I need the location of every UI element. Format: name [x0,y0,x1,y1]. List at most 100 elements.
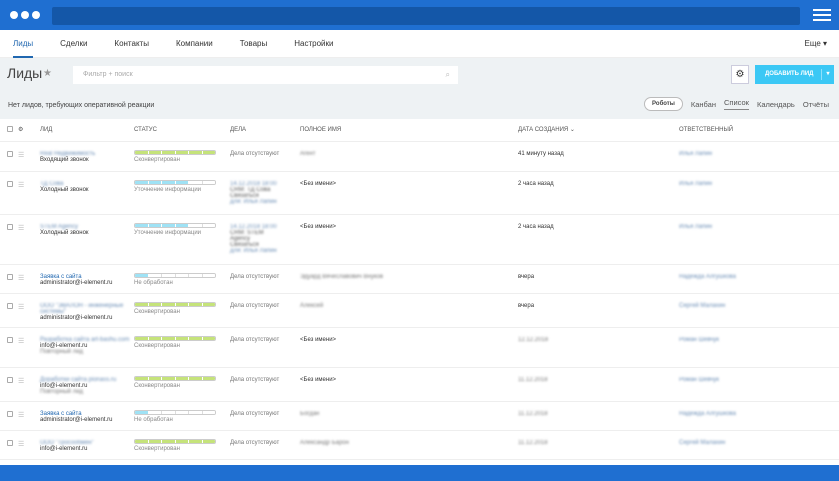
status-segment[interactable] [135,302,149,306]
view-calendar[interactable]: Календарь [757,100,795,109]
responsible-link[interactable]: Надежда Алгушкова [679,274,839,280]
nav-products[interactable]: Товары [240,30,268,58]
nav-settings[interactable]: Настройки [294,30,333,58]
row-menu-icon[interactable]: ☰ [18,182,24,189]
table-row[interactable]: ☰ ТД Сова Холодный звонок Уточнение инфор… [0,171,839,215]
add-lead-button[interactable]: ДОБАВИТЬ ЛИД ▾ [755,65,834,84]
status-progress-bar[interactable] [134,335,216,341]
status-segment[interactable] [202,273,215,277]
row-checkbox[interactable] [7,410,13,417]
lead-title-link[interactable]: ООО "ЭВАЛОН - инженерные системы" [40,303,134,315]
responsible-link[interactable]: Сергей Малахин [679,440,839,446]
status-segment[interactable] [148,302,162,306]
global-search-bar[interactable] [52,7,800,25]
row-menu-icon[interactable]: ☰ [18,225,24,232]
status-segment[interactable] [175,302,189,306]
status-segment[interactable] [135,376,149,380]
status-segment[interactable] [135,273,149,277]
row-menu-icon[interactable]: ☰ [18,412,24,419]
status-segment[interactable] [162,223,176,227]
row-menu-icon[interactable]: ☰ [18,441,24,448]
status-progress-bar[interactable] [134,438,216,444]
status-segment[interactable] [202,410,215,414]
status-segment[interactable] [148,273,162,277]
status-segment[interactable] [135,180,149,184]
status-segment[interactable] [202,302,215,306]
table-row[interactable]: ☰ Заявка с сайта administrator@i-element.… [0,401,839,431]
search-icon[interactable]: ⌕ [446,70,450,80]
status-segment[interactable] [148,150,162,154]
hamburger-icon[interactable] [813,9,831,24]
status-progress-bar[interactable] [134,272,216,278]
status-progress-bar[interactable] [134,375,216,381]
row-menu-icon[interactable]: ☰ [18,378,24,385]
row-menu-icon[interactable]: ☰ [18,304,24,311]
status-progress-bar[interactable] [134,149,216,155]
status-segment[interactable] [135,150,149,154]
status-segment[interactable] [202,180,215,184]
filter-search-input[interactable]: Фильтр + поиск ⌕ [73,66,458,84]
status-segment[interactable] [135,336,149,340]
row-checkbox[interactable] [7,439,13,446]
status-segment[interactable] [202,336,215,340]
status-segment[interactable] [162,336,176,340]
row-checkbox[interactable] [7,336,13,343]
row-checkbox[interactable] [7,376,13,383]
nav-contacts[interactable]: Контакты [114,30,149,58]
status-segment[interactable] [148,223,162,227]
status-segment[interactable] [189,376,203,380]
status-segment[interactable] [162,302,176,306]
status-segment[interactable] [189,302,203,306]
chevron-down-icon[interactable]: ▾ [821,69,834,80]
status-segment[interactable] [175,439,189,443]
status-segment[interactable] [189,439,203,443]
nav-leads[interactable]: Лиды [13,30,34,58]
status-segment[interactable] [175,150,189,154]
table-row[interactable]: ☰ Доработки сайта pionass.ru info@i-eleme… [0,367,839,402]
gear-icon[interactable]: ⚙ [18,127,23,133]
status-segment[interactable] [175,180,189,184]
status-segment[interactable] [148,410,162,414]
status-segment[interactable] [135,223,149,227]
status-segment[interactable] [135,410,149,414]
status-progress-bar[interactable] [134,301,216,307]
table-row[interactable]: ☰ ООО "Тросообмен" info@i-element.ru Скон… [0,430,839,460]
gear-icon[interactable]: ⚙ [731,65,749,84]
status-segment[interactable] [148,439,162,443]
status-segment[interactable] [202,376,215,380]
row-menu-icon[interactable]: ☰ [18,275,24,282]
responsible-link[interactable]: Надежда Алгушкова [679,411,839,417]
robots-button[interactable]: Роботы [644,97,683,111]
three-dots-icon[interactable] [10,11,40,19]
table-row[interactable]: ☰ ООО "ЭВАЛОН - инженерные системы" admin… [0,293,839,328]
status-segment[interactable] [162,410,176,414]
responsible-link[interactable]: Роман Шевчук [679,337,839,343]
table-row[interactable]: ☰ Разработка сайта art-bashu.com info@i-e… [0,327,839,368]
status-segment[interactable] [148,376,162,380]
status-segment[interactable] [175,223,189,227]
status-segment[interactable] [189,223,203,227]
lead-title-link[interactable]: STEM Agency [40,224,134,230]
status-segment[interactable] [202,439,215,443]
status-segment[interactable] [189,180,203,184]
status-segment[interactable] [189,273,203,277]
status-segment[interactable] [148,180,162,184]
view-kanban[interactable]: Канбан [691,100,716,109]
col-created[interactable]: ДАТА СОЗДАНИЯ ⌄ [518,119,679,142]
responsible-link[interactable]: Сергей Малахин [679,303,839,309]
status-segment[interactable] [202,150,215,154]
table-row[interactable]: ☰ Заявка с сайта administrator@i-element.… [0,264,839,294]
lead-title-link[interactable]: ООО "Тросообмен" [40,440,134,446]
lead-title-link[interactable]: ТД Сова [40,181,134,187]
row-checkbox[interactable] [7,302,13,309]
status-segment[interactable] [175,410,189,414]
status-segment[interactable] [175,273,189,277]
status-segment[interactable] [162,273,176,277]
status-segment[interactable] [162,150,176,154]
col-responsible[interactable]: ОТВЕТСТВЕННЫЙ [679,119,839,142]
row-menu-icon[interactable]: ☰ [18,152,24,159]
star-icon[interactable]: ★ [43,68,52,79]
row-checkbox[interactable] [7,150,13,157]
view-list[interactable]: Список [723,98,749,110]
responsible-link[interactable]: Илья Лапин [679,224,839,230]
